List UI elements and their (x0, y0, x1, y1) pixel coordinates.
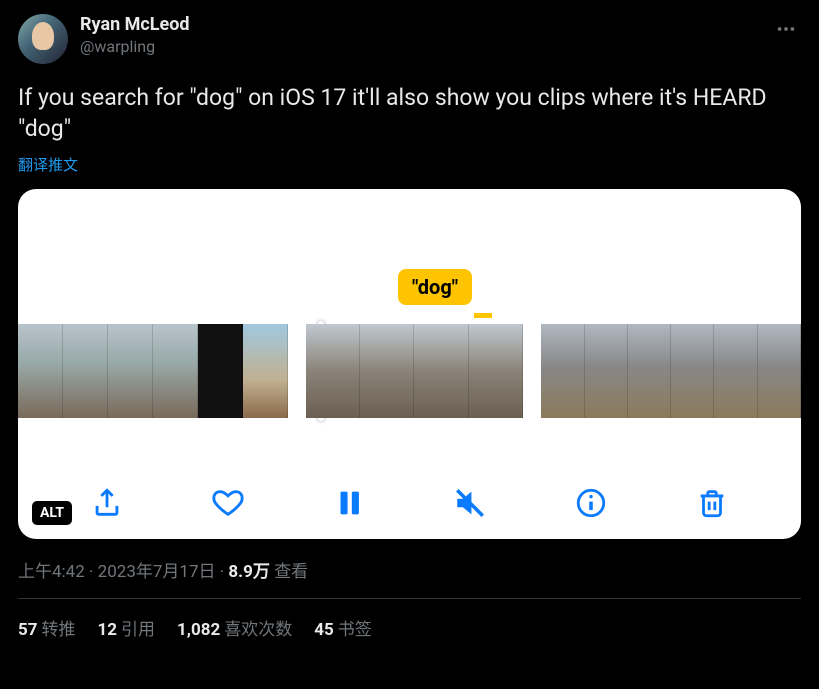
video-frame (671, 324, 714, 418)
video-frame (108, 324, 153, 418)
video-frame (469, 324, 523, 418)
tweet-time[interactable]: 上午4:42 (18, 562, 85, 582)
tweet-header: Ryan McLeod @warpling (18, 14, 801, 64)
bookmarks-stat[interactable]: 45书签 (314, 615, 372, 640)
heart-icon (211, 486, 245, 520)
search-tooltip: "dog" (398, 269, 472, 305)
more-options-button[interactable] (771, 14, 801, 48)
pause-button[interactable] (331, 485, 367, 521)
video-frame (243, 324, 288, 418)
video-frame (541, 324, 584, 418)
delete-button[interactable] (694, 485, 730, 521)
video-frame (198, 324, 243, 418)
quotes-stat[interactable]: 12引用 (98, 615, 156, 640)
video-frame (360, 324, 414, 418)
mute-icon (453, 486, 487, 520)
share-button[interactable] (89, 485, 125, 521)
tweet-container: Ryan McLeod @warpling If you search for … (0, 0, 819, 656)
clip-group-2 (306, 324, 524, 418)
media-attachment[interactable]: "dog" (18, 189, 801, 539)
like-button[interactable] (210, 485, 246, 521)
mute-button[interactable] (452, 485, 488, 521)
video-frame (18, 324, 63, 418)
more-horizontal-icon (775, 18, 797, 40)
retweets-stat[interactable]: 57转推 (18, 615, 76, 640)
share-icon (90, 486, 124, 520)
media-toolbar (18, 485, 801, 521)
alt-badge[interactable]: ALT (32, 501, 72, 525)
video-frame (63, 324, 108, 418)
video-frame (414, 324, 468, 418)
views-label: 查看 (270, 562, 308, 582)
video-frame (714, 324, 757, 418)
video-frame (153, 324, 198, 418)
pause-icon (332, 486, 366, 520)
tweet-stats: 57转推 12引用 1,082喜欢次数 45书签 (18, 599, 801, 656)
views-count: 8.9万 (228, 562, 269, 582)
clip-group-3 (541, 324, 801, 418)
translate-link[interactable]: 翻译推文 (18, 154, 801, 175)
tweet-meta: 上午4:42 · 2023年7月17日 · 8.9万 查看 (18, 557, 801, 599)
likes-stat[interactable]: 1,082喜欢次数 (177, 615, 292, 640)
author-block[interactable]: Ryan McLeod @warpling (80, 14, 771, 56)
tweet-date[interactable]: 2023年7月17日 (98, 562, 216, 582)
clip-group-1 (18, 324, 288, 418)
tweet-text: If you search for "dog" on iOS 17 it'll … (18, 82, 801, 144)
handle: @warpling (80, 37, 771, 56)
audio-match-marker (474, 313, 492, 318)
avatar[interactable] (18, 14, 68, 64)
video-frame (628, 324, 671, 418)
video-frame (585, 324, 628, 418)
info-button[interactable] (573, 485, 609, 521)
video-frame (758, 324, 801, 418)
video-frame (306, 324, 360, 418)
trash-icon (695, 486, 729, 520)
display-name: Ryan McLeod (80, 14, 771, 35)
video-scrubber[interactable] (18, 324, 801, 418)
info-icon (574, 486, 608, 520)
